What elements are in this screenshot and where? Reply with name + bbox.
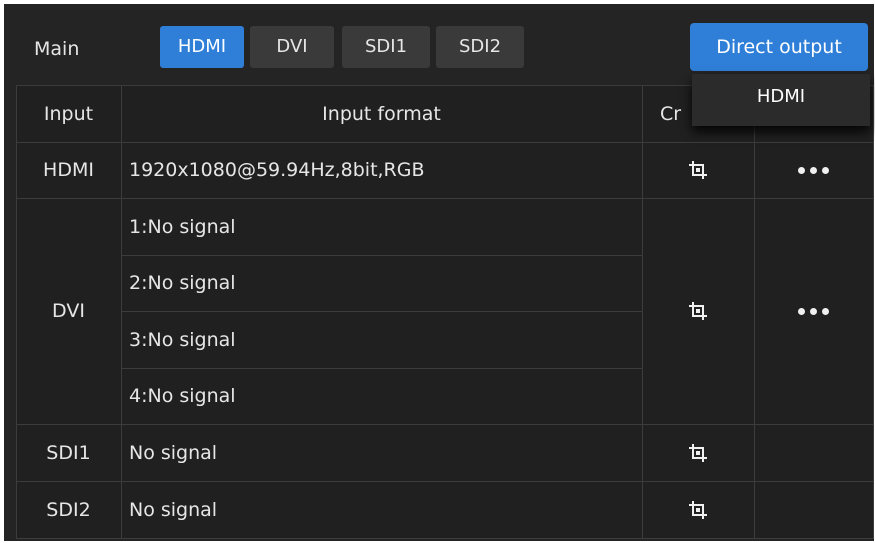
grid-line [121, 85, 122, 539]
grid-line [873, 85, 874, 539]
crop-icon[interactable] [688, 301, 708, 321]
tab-dvi[interactable]: DVI [250, 26, 334, 68]
row-sdi2-format: No signal [129, 498, 218, 521]
tab-sdi2[interactable]: SDI2 [436, 26, 524, 68]
tab-hdmi[interactable]: HDMI [160, 26, 244, 68]
row-dvi-format-3: 3:No signal [129, 328, 236, 351]
input-table: Input Input format Cr HDMI 1920x1080@59.… [16, 85, 874, 539]
row-dvi-format-4: 4:No signal [129, 385, 236, 407]
row-dvi-format-2: 2:No signal [129, 272, 236, 294]
more-icon[interactable] [798, 307, 829, 315]
direct-output-dropdown: HDMI [692, 74, 870, 126]
dropdown-option-hdmi[interactable]: HDMI [692, 74, 870, 120]
header-input-format: Input format [322, 102, 441, 125]
more-icon[interactable] [798, 166, 829, 174]
row-hdmi-input: HDMI [43, 159, 94, 181]
row-sdi2-crop [642, 481, 754, 538]
row-sdi2-input: SDI2 [46, 498, 91, 521]
row-hdmi-more [754, 142, 873, 198]
row-sdi1-format: No signal [129, 441, 218, 464]
row-dvi-input: DVI [52, 300, 85, 322]
row-hdmi-format: 1920x1080@59.94Hz,8bit,RGB [129, 159, 425, 181]
tab-sdi1[interactable]: SDI1 [342, 26, 430, 68]
row-sdi1-input: SDI1 [46, 441, 91, 464]
tab-row: Main HDMI DVI SDI1 SDI2 Direct output [4, 4, 874, 84]
row-dvi-crop [642, 198, 754, 424]
row-sdi1-crop [642, 424, 754, 481]
direct-output-button[interactable]: Direct output [690, 23, 868, 71]
input-panel: Main HDMI DVI SDI1 SDI2 Direct output HD… [4, 4, 874, 541]
grid-line [16, 538, 874, 539]
crop-icon[interactable] [688, 443, 708, 463]
row-dvi-more [754, 198, 873, 424]
crop-icon[interactable] [688, 500, 708, 520]
row-dvi-format-1: 1:No signal [129, 215, 236, 238]
crop-icon[interactable] [688, 160, 708, 180]
header-input: Input [43, 102, 94, 125]
main-label: Main [34, 38, 80, 60]
row-hdmi-crop [642, 142, 754, 198]
